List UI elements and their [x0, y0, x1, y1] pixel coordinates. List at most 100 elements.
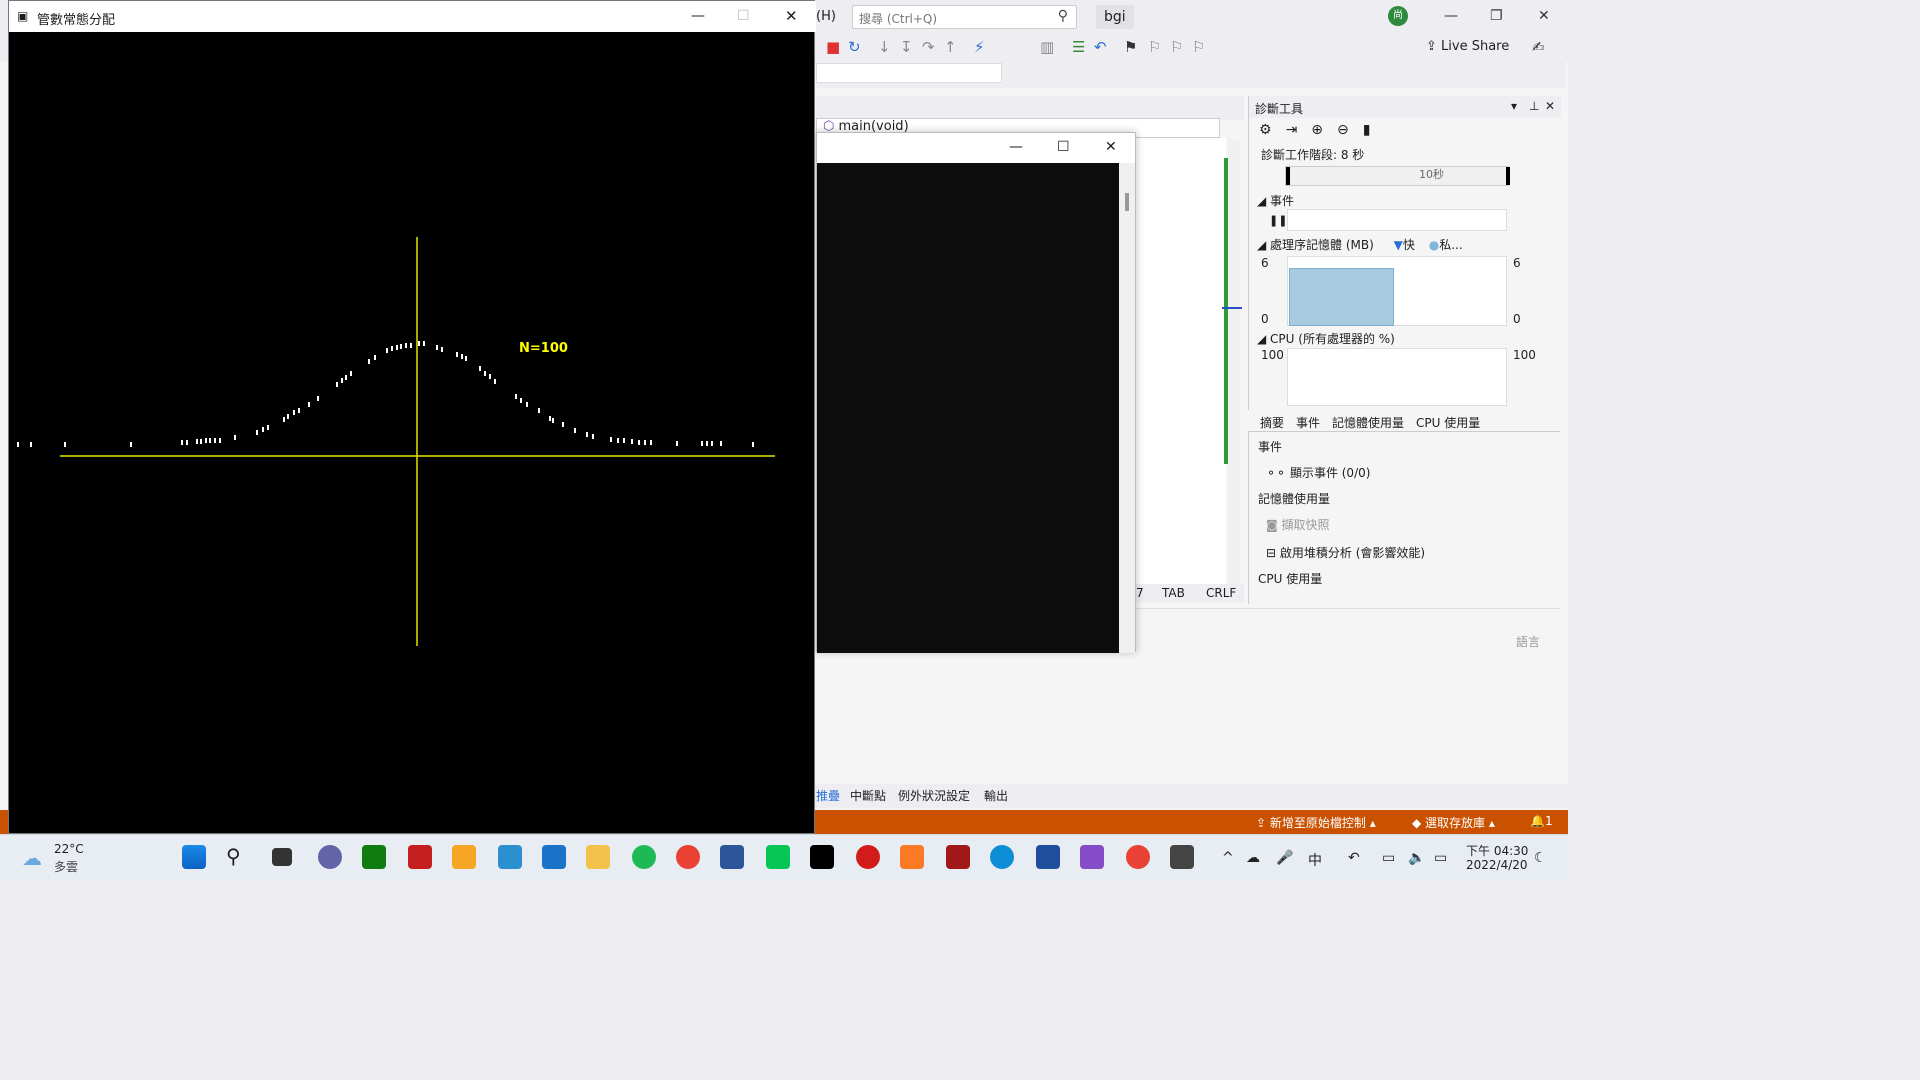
gear-icon[interactable]: ⚙	[1259, 122, 1286, 138]
tab-memory[interactable]: 記憶體使用量	[1332, 414, 1404, 431]
weather-icon[interactable]: ☁	[22, 846, 42, 870]
maximize-icon[interactable]: ☐	[1057, 139, 1070, 155]
live-icon[interactable]	[452, 845, 476, 869]
cpu-graph	[1287, 348, 1507, 406]
add-source-control[interactable]: ⇪ 新增至原始檔控制 ▴	[1256, 814, 1376, 831]
spotify-icon[interactable]	[632, 845, 656, 869]
chevron-up-icon[interactable]: ^	[1222, 850, 1234, 866]
console-scrollbar[interactable]	[1119, 163, 1135, 653]
volume-icon[interactable]: 🔈	[1408, 850, 1425, 866]
app-dark-red-icon[interactable]	[946, 845, 970, 869]
stop-icon[interactable]: ■	[826, 38, 840, 56]
status-tab[interactable]: TAB	[1162, 586, 1185, 600]
dropdown-icon[interactable]: ▾	[1511, 99, 1517, 113]
tab-exceptions[interactable]: 例外狀況設定	[898, 787, 970, 804]
feedback-icon[interactable]: ✍	[1532, 38, 1545, 56]
pin-icon[interactable]: ⊥	[1529, 99, 1539, 113]
bookmark-next-icon[interactable]: ⚐	[1170, 38, 1183, 56]
editor-header	[816, 96, 1244, 120]
avatar[interactable]: 尚	[1388, 6, 1408, 26]
clock-time[interactable]: 下午 04:30	[1466, 842, 1528, 859]
close-icon[interactable]: ✕	[1545, 99, 1555, 113]
task-view-icon[interactable]	[272, 848, 292, 866]
minimize-icon[interactable]: —	[691, 8, 705, 24]
folder-icon[interactable]	[586, 845, 610, 869]
line-icon[interactable]	[766, 845, 790, 869]
input-mode-icon[interactable]: ↶	[1348, 850, 1360, 866]
chart-icon[interactable]: ▮	[1363, 122, 1385, 138]
graphics-title-bar: ▣ 管數常態分配 — ☐ ✕	[9, 1, 816, 32]
bgi-app-icon[interactable]	[1170, 845, 1194, 869]
chat-icon[interactable]	[318, 845, 342, 869]
select-repo[interactable]: ◆ 選取存放庫 ▴	[1412, 814, 1495, 831]
mem-axis-min-left: 0	[1261, 312, 1269, 326]
heap-profiling-toggle[interactable]: ⊟ 啟用堆積分析 (會影響效能)	[1266, 544, 1425, 561]
restart-icon[interactable]: ↻	[848, 38, 861, 56]
network-icon[interactable]: ▭	[1382, 850, 1395, 866]
search-icon[interactable]: ⚲	[226, 844, 241, 868]
close-icon[interactable]: ✕	[785, 7, 798, 25]
step-out-icon[interactable]: ↑	[944, 38, 957, 56]
scroll-thumb[interactable]	[1125, 193, 1129, 211]
menu-help[interactable]: (H)	[816, 9, 836, 24]
dev-cpp-icon[interactable]	[1036, 845, 1060, 869]
data-point	[350, 371, 352, 376]
ime-indicator[interactable]: 中	[1308, 850, 1322, 870]
app-red-icon[interactable]	[856, 845, 880, 869]
diag-toolbar-icons[interactable]: ⚙⇥⊕⊖▮	[1259, 122, 1384, 138]
tab-output[interactable]: 輸出	[984, 787, 1008, 804]
configuration-dropdown[interactable]	[816, 63, 1002, 83]
status-eol[interactable]: CRLF	[1206, 586, 1236, 600]
zoom-in-icon[interactable]: ⊕	[1311, 122, 1337, 138]
editor-scrollbar[interactable]	[1228, 140, 1240, 584]
mail-icon[interactable]	[542, 845, 566, 869]
hot-reload-icon[interactable]: ⚡	[974, 38, 985, 56]
bookmark-prev-icon[interactable]: ⚐	[1148, 38, 1161, 56]
chrome-icon[interactable]	[676, 845, 700, 869]
tab-breakpoints[interactable]: 中斷點	[850, 787, 886, 804]
bookmark-clear-icon[interactable]: ⚐	[1192, 38, 1205, 56]
chrome-profile-icon[interactable]	[1126, 845, 1150, 869]
export-icon[interactable]: ⇥	[1286, 122, 1312, 138]
live-share-button[interactable]: ⇪ Live Share	[1426, 39, 1509, 54]
minimize-icon[interactable]: —	[1444, 8, 1458, 24]
step-forward-icon[interactable]: ↷	[922, 38, 935, 56]
xbox-icon[interactable]	[362, 845, 386, 869]
xampp-icon[interactable]	[900, 845, 924, 869]
close-icon[interactable]: ✕	[1105, 139, 1117, 155]
timeline-ruler[interactable]	[1285, 166, 1510, 186]
range-end[interactable]	[1506, 167, 1510, 185]
show-events-link[interactable]: ⚬⚬ 顯示事件 (0/0)	[1266, 464, 1370, 481]
clock-date[interactable]: 2022/4/20	[1466, 858, 1528, 872]
edge-icon[interactable]	[990, 845, 1014, 869]
moon-icon[interactable]: ☾	[1534, 850, 1547, 866]
comment-icon[interactable]: ↶	[1094, 38, 1107, 56]
breakpoint-icon[interactable]: ▥	[1040, 38, 1054, 56]
restore-icon[interactable]: ❐	[1490, 8, 1503, 24]
garena-icon[interactable]	[408, 845, 432, 869]
minimize-icon[interactable]: —	[1009, 139, 1023, 155]
maximize-icon[interactable]: ☐	[737, 8, 750, 24]
tab-cpu[interactable]: CPU 使用量	[1416, 414, 1480, 431]
tab-events[interactable]: 事件	[1296, 414, 1320, 431]
search-input[interactable]: 搜尋 (Ctrl+Q) ⚲	[852, 5, 1077, 29]
range-start[interactable]	[1286, 167, 1290, 185]
indent-icon[interactable]: ☰	[1072, 38, 1085, 56]
netflix-icon[interactable]	[810, 845, 834, 869]
onedrive-icon[interactable]: ☁	[1246, 850, 1260, 866]
tab-call-stack[interactable]: 推疊	[816, 787, 840, 804]
notification-icon[interactable]: 🔔1	[1530, 814, 1553, 828]
snapshot-button[interactable]: ◙ 擷取快照	[1266, 516, 1330, 533]
visual-studio-icon[interactable]	[1080, 845, 1104, 869]
word-icon[interactable]	[720, 845, 744, 869]
start-icon[interactable]	[182, 845, 206, 869]
desktop-icon[interactable]	[498, 845, 522, 869]
step-over-icon[interactable]: ↧	[900, 38, 913, 56]
tab-summary[interactable]: 摘要	[1260, 414, 1284, 431]
bookmark-icon[interactable]: ⚑	[1124, 38, 1137, 56]
microphone-icon[interactable]: 🎤	[1276, 850, 1293, 866]
close-icon[interactable]: ✕	[1538, 8, 1550, 24]
battery-icon[interactable]: ▭	[1434, 850, 1447, 866]
zoom-out-icon[interactable]: ⊖	[1337, 122, 1363, 138]
step-into-icon[interactable]: ↓	[878, 38, 891, 56]
